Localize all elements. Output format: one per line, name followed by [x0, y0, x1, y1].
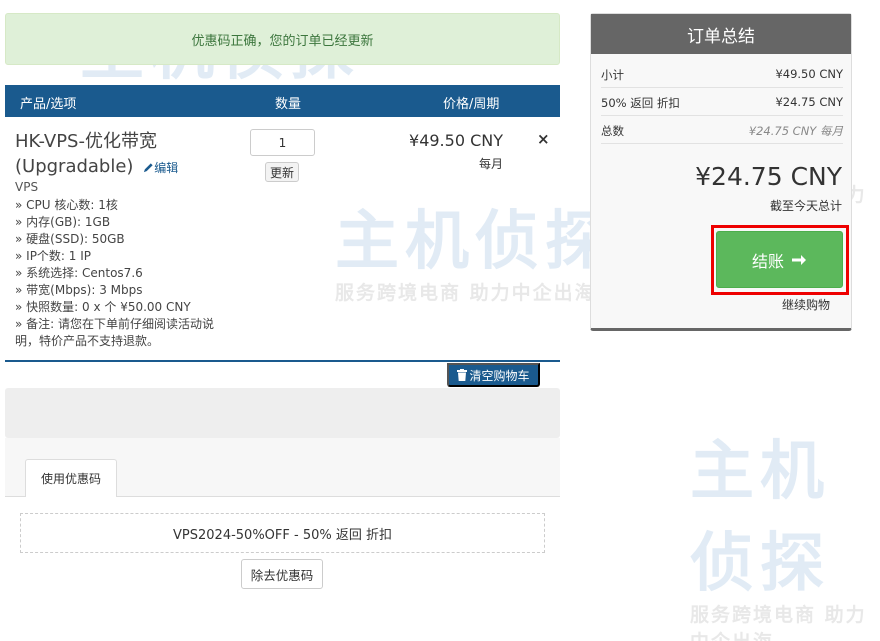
- watermark: 主机侦探 服务跨境电商 助力中企出海: [690, 420, 880, 641]
- header-price: 价格/周期: [443, 97, 500, 112]
- edit-label: 编辑: [154, 161, 179, 175]
- summary-value: ¥49.50 CNY: [775, 67, 843, 81]
- remove-promo-button[interactable]: 除去优惠码: [241, 559, 323, 589]
- edit-link[interactable]: 编辑: [143, 161, 178, 175]
- summary-label: 总数: [601, 124, 624, 138]
- summary-label: 小计: [601, 68, 624, 82]
- cart-table-header: 产品/选项 数量 价格/周期: [5, 85, 560, 117]
- option-item: » IP个数: 1 IP: [15, 249, 92, 263]
- continue-shopping-link[interactable]: 继续购物: [782, 296, 830, 313]
- spacer-bar: [5, 388, 560, 438]
- option-item: » CPU 核心数: 1核: [15, 198, 118, 212]
- item-billing-cycle: 每月: [478, 157, 503, 171]
- option-item: » 备注: 请您在下单前仔细阅读活动说明，特价产品不支持退款。: [15, 317, 215, 348]
- watermark-slogan: 服务跨境电商 助力中企出海: [690, 604, 867, 641]
- option-item: » 带宽(Mbps): 3 Mbps: [15, 283, 143, 297]
- order-summary-title: 订单总结: [591, 14, 851, 54]
- summary-value: ¥24.75 CNY 每月: [748, 124, 843, 138]
- total-due-label: 截至今天总计: [769, 199, 842, 213]
- header-product: 产品/选项: [20, 97, 77, 112]
- summary-row-discount: 50% 返回 折扣 ¥24.75 CNY: [601, 88, 843, 116]
- applied-promo-code: VPS2024-50%OFF - 50% 返回 折扣: [20, 513, 545, 553]
- product-name-text: HK-VPS-优化带宽 (Upgradable): [15, 131, 157, 177]
- option-item: » 硬盘(SSD): 50GB: [15, 232, 125, 246]
- watermark: 主机侦探 服务跨境电商 助力中企出海: [335, 190, 615, 305]
- pencil-icon: [144, 163, 153, 173]
- trash-icon: [457, 369, 468, 381]
- empty-cart-button[interactable]: 清空购物车: [447, 363, 540, 387]
- tab-apply-promo[interactable]: 使用优惠码: [25, 459, 117, 497]
- remove-item-icon[interactable]: ×: [537, 130, 550, 148]
- option-item: » 内存(GB): 1GB: [15, 215, 111, 229]
- product-group: VPS: [15, 180, 39, 194]
- empty-cart-label: 清空购物车: [469, 368, 530, 383]
- arrow-right-icon: [792, 254, 806, 265]
- summary-row-subtotal: 小计 ¥49.50 CNY: [601, 60, 843, 88]
- header-quantity: 数量: [275, 97, 302, 112]
- watermark-brand: 主机侦探: [335, 205, 615, 279]
- summary-label: 50% 返回 折扣: [601, 96, 680, 110]
- alert-message: 优惠码正确，您的订单已经更新: [191, 33, 374, 49]
- watermark-slogan: 服务跨境电商 助力中企出海: [335, 282, 596, 304]
- summary-value: ¥24.75 CNY: [775, 95, 843, 109]
- cart-divider: [5, 360, 560, 362]
- promo-success-alert: 优惠码正确，您的订单已经更新: [5, 13, 560, 65]
- checkout-label: 结账: [751, 253, 784, 271]
- option-item: » 快照数量: 0 x 个 ¥50.00 CNY: [15, 300, 191, 314]
- update-quantity-button[interactable]: 更新: [265, 162, 299, 182]
- summary-row-total: 总数 ¥24.75 CNY 每月: [601, 116, 843, 144]
- item-price: ¥49.50 CNY: [409, 131, 503, 150]
- product-options: » CPU 核心数: 1核 » 内存(GB): 1GB » 硬盘(SSD): 5…: [15, 197, 220, 350]
- option-item: » 系统选择: Centos7.6: [15, 266, 143, 280]
- watermark-brand: 主机侦探: [690, 435, 830, 601]
- total-due-today: ¥24.75 CNY: [695, 162, 842, 191]
- checkout-button[interactable]: 结账: [716, 231, 843, 288]
- quantity-input[interactable]: [250, 129, 315, 156]
- product-name: HK-VPS-优化带宽 (Upgradable) 编辑: [15, 129, 215, 181]
